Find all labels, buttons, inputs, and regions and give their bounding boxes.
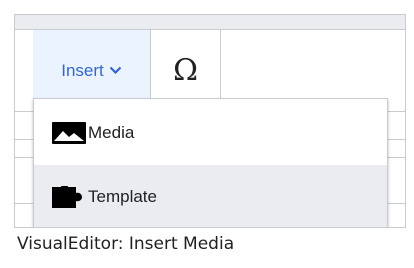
menu-item-template[interactable]: Template (34, 165, 387, 227)
menu-item-label: Media (88, 123, 135, 142)
chevron-down-icon (109, 66, 122, 75)
puzzle-icon (52, 186, 86, 208)
insert-dropdown-menu: Media Template (33, 98, 388, 227)
top-strip (15, 15, 405, 30)
menu-item-media[interactable]: Media (34, 101, 387, 165)
image-icon (52, 122, 86, 144)
insert-label: Insert (61, 60, 104, 80)
omega-icon: Ω (173, 53, 198, 88)
image-caption: VisualEditor: Insert Media (17, 234, 235, 254)
menu-item-label: Template (88, 187, 157, 206)
editor-frame: Insert Ω Media Template (14, 14, 406, 228)
